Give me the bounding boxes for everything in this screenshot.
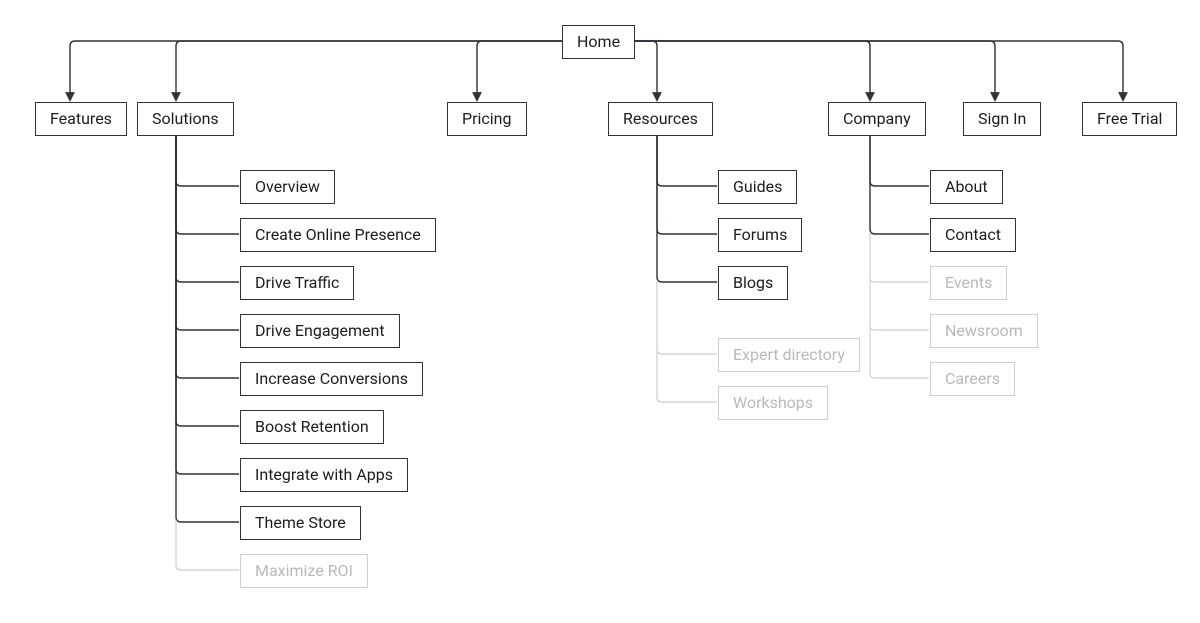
sitemap-node-solutions-retention: Boost Retention [240,410,384,444]
sitemap-node-sign-in: Sign In [963,102,1041,136]
sitemap-node-resources-guides: Guides [718,170,797,204]
sitemap-node-solutions-engagement: Drive Engagement [240,314,400,348]
sitemap-node-free-trial: Free Trial [1082,102,1177,136]
sitemap-node-resources-forums: Forums [718,218,802,252]
sitemap-node-company-contact: Contact [930,218,1016,252]
sitemap-node-pricing: Pricing [447,102,527,136]
sitemap-node-company-events: Events [930,266,1007,300]
sitemap-node-solutions-maximize-roi: Maximize ROI [240,554,368,588]
sitemap-node-solutions-presence: Create Online Presence [240,218,436,252]
sitemap-root-home: Home [562,25,635,59]
sitemap-node-features: Features [35,102,127,136]
sitemap-node-solutions-overview: Overview [240,170,335,204]
sitemap-node-solutions-integrate: Integrate with Apps [240,458,408,492]
sitemap-node-resources-workshops: Workshops [718,386,828,420]
sitemap-node-company-newsroom: Newsroom [930,314,1038,348]
sitemap-node-company-about: About [930,170,1003,204]
sitemap-node-solutions: Solutions [137,102,234,136]
sitemap-node-resources-expert-directory: Expert directory [718,338,860,372]
sitemap-node-resources: Resources [608,102,713,136]
sitemap-node-resources-blogs: Blogs [718,266,788,300]
sitemap-node-solutions-traffic: Drive Traffic [240,266,354,300]
sitemap-node-company-careers: Careers [930,362,1015,396]
sitemap-node-solutions-theme-store: Theme Store [240,506,361,540]
sitemap-node-solutions-conversions: Increase Conversions [240,362,423,396]
sitemap-connectors [0,0,1200,623]
sitemap-node-company: Company [828,102,926,136]
